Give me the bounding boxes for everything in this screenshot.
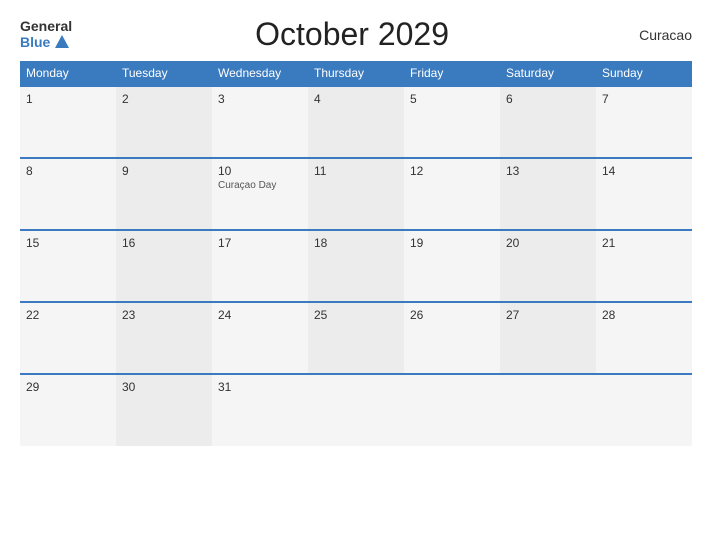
- calendar-cell: 8: [20, 158, 116, 230]
- header: General Blue October 2029 Curacao: [20, 16, 692, 53]
- day-number: 13: [506, 164, 590, 178]
- calendar-cell: 21: [596, 230, 692, 302]
- calendar-page: General Blue October 2029 Curacao Monday…: [0, 0, 712, 550]
- logo-general-text: General: [20, 19, 72, 34]
- event-label: Curaçao Day: [218, 180, 302, 191]
- calendar-cell: 17: [212, 230, 308, 302]
- day-number: 27: [506, 308, 590, 322]
- day-number: 29: [26, 380, 110, 394]
- day-number: 24: [218, 308, 302, 322]
- day-number: 7: [602, 92, 686, 106]
- day-number: 5: [410, 92, 494, 106]
- calendar-cell: 27: [500, 302, 596, 374]
- day-number: 12: [410, 164, 494, 178]
- day-number: 20: [506, 236, 590, 250]
- calendar-cell: 18: [308, 230, 404, 302]
- calendar-cell: 31: [212, 374, 308, 446]
- calendar-cell: 10 Curaçao Day: [212, 158, 308, 230]
- day-number: 19: [410, 236, 494, 250]
- header-sunday: Sunday: [596, 61, 692, 86]
- calendar-cell: 12: [404, 158, 500, 230]
- calendar-cell: 11: [308, 158, 404, 230]
- day-number: 17: [218, 236, 302, 250]
- calendar-cell: 14: [596, 158, 692, 230]
- day-number: 25: [314, 308, 398, 322]
- day-number: 8: [26, 164, 110, 178]
- header-friday: Friday: [404, 61, 500, 86]
- calendar-cell: [500, 374, 596, 446]
- calendar-week-row: 15 16 17 18 19 20 21: [20, 230, 692, 302]
- calendar-week-row: 29 30 31: [20, 374, 692, 446]
- calendar-cell: 23: [116, 302, 212, 374]
- country-label: Curacao: [632, 27, 692, 43]
- calendar-cell: [404, 374, 500, 446]
- calendar-week-row: 22 23 24 25 26 27 28: [20, 302, 692, 374]
- day-number: 9: [122, 164, 206, 178]
- calendar-cell: 16: [116, 230, 212, 302]
- calendar-week-row: 1234567: [20, 86, 692, 158]
- day-number: 11: [314, 164, 398, 178]
- calendar-cell: 30: [116, 374, 212, 446]
- logo-triangle-icon: [55, 35, 69, 48]
- calendar-cell: 1: [20, 86, 116, 158]
- day-number: 23: [122, 308, 206, 322]
- day-number: 6: [506, 92, 590, 106]
- calendar-cell: 26: [404, 302, 500, 374]
- calendar-cell: 24: [212, 302, 308, 374]
- calendar-table: Monday Tuesday Wednesday Thursday Friday…: [20, 61, 692, 446]
- calendar-cell: 6: [500, 86, 596, 158]
- day-number: 2: [122, 92, 206, 106]
- header-monday: Monday: [20, 61, 116, 86]
- calendar-cell: 20: [500, 230, 596, 302]
- logo-blue-text: Blue: [20, 35, 69, 50]
- day-number: 22: [26, 308, 110, 322]
- day-number: 28: [602, 308, 686, 322]
- day-number: 4: [314, 92, 398, 106]
- day-number: 16: [122, 236, 206, 250]
- calendar-cell: 2: [116, 86, 212, 158]
- header-thursday: Thursday: [308, 61, 404, 86]
- header-tuesday: Tuesday: [116, 61, 212, 86]
- calendar-cell: 3: [212, 86, 308, 158]
- calendar-cell: 15: [20, 230, 116, 302]
- page-title: October 2029: [72, 16, 632, 53]
- weekday-header-row: Monday Tuesday Wednesday Thursday Friday…: [20, 61, 692, 86]
- calendar-cell: 29: [20, 374, 116, 446]
- header-saturday: Saturday: [500, 61, 596, 86]
- day-number: 10: [218, 164, 302, 178]
- day-number: 21: [602, 236, 686, 250]
- calendar-cell: 19: [404, 230, 500, 302]
- calendar-cell: 4: [308, 86, 404, 158]
- calendar-week-row: 89 10 Curaçao Day 11 12 13 14: [20, 158, 692, 230]
- logo: General Blue: [20, 19, 72, 50]
- day-number: 31: [218, 380, 302, 394]
- calendar-cell: 22: [20, 302, 116, 374]
- day-number: 14: [602, 164, 686, 178]
- day-number: 15: [26, 236, 110, 250]
- day-number: 26: [410, 308, 494, 322]
- day-number: 3: [218, 92, 302, 106]
- calendar-cell: 7: [596, 86, 692, 158]
- day-number: 1: [26, 92, 110, 106]
- header-wednesday: Wednesday: [212, 61, 308, 86]
- calendar-cell: 9: [116, 158, 212, 230]
- calendar-cell: [596, 374, 692, 446]
- calendar-cell: 25: [308, 302, 404, 374]
- day-number: 30: [122, 380, 206, 394]
- calendar-cell: [308, 374, 404, 446]
- calendar-cell: 5: [404, 86, 500, 158]
- day-number: 18: [314, 236, 398, 250]
- calendar-cell: 28: [596, 302, 692, 374]
- calendar-cell: 13: [500, 158, 596, 230]
